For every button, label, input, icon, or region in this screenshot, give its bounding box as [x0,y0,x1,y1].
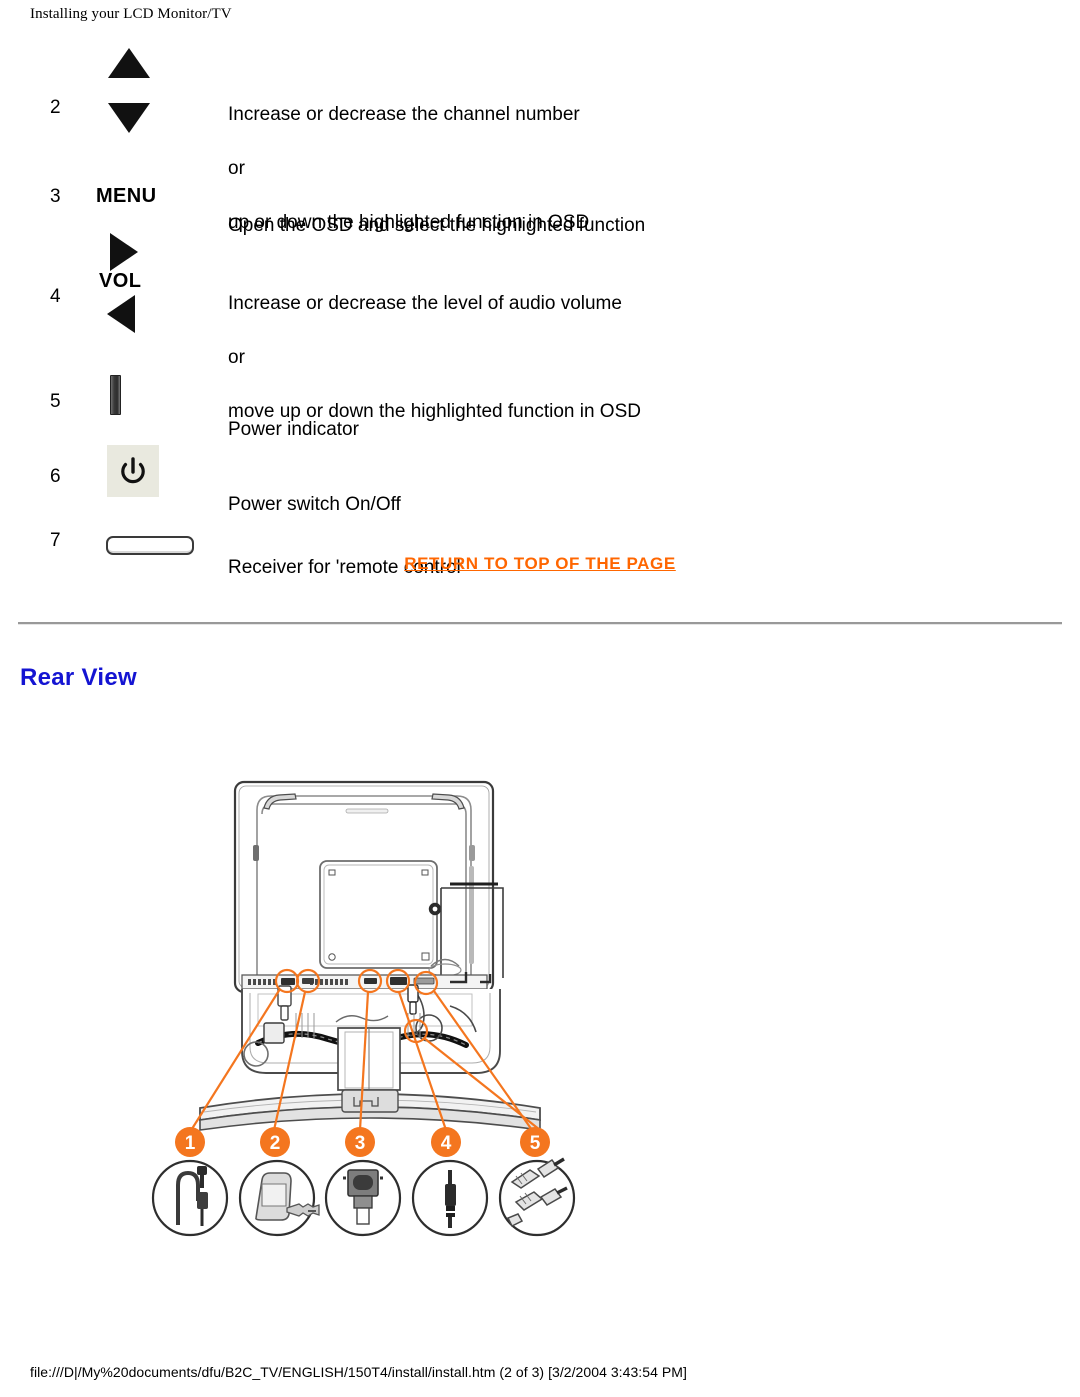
up-down-triangle-icon [96,48,216,133]
connector-circle-5 [498,1157,576,1237]
port-3 [364,978,377,984]
desc-line: or [228,347,245,368]
port-5 [413,977,435,985]
port-2 [302,978,314,984]
page-header-title: Installing your LCD Monitor/TV [30,6,232,22]
right-side-tab [469,845,475,861]
triangle-up-icon [108,48,150,78]
desc-line: Power indicator [228,419,359,440]
vol-label: VOL [99,270,142,292]
row-number: 6 [50,466,61,487]
connector-circle-3 [324,1159,402,1237]
desc-line: Increase or decrease the level of audio … [228,293,622,314]
table-row: 5 Power indicator [0,370,1080,443]
control-description-table: 2 Increase or decrease the channel numbe… [0,40,1080,578]
ir-receiver-window [106,536,194,555]
callout-badge-1: 1 [175,1127,205,1157]
callout-number-4: 4 [441,1133,452,1154]
power-indicator-bar [110,375,121,415]
connector-circle-2 [238,1159,320,1237]
right-side-rail [469,866,474,964]
table-row: 4 VOL Increase or decrease the level of … [0,233,1080,422]
callout-number-2: 2 [270,1133,281,1154]
port-1 [281,978,295,985]
row-number: 4 [50,286,61,307]
plug-left-2 [263,1022,285,1044]
power-indicator-icon [96,375,216,415]
desc-line: Increase or decrease the channel number [228,104,580,125]
return-to-top-wrapper: RETURN TO TOP OF THE PAGE [0,554,1080,574]
table-row: 6 Power switch On/Off [0,443,1080,515]
vesa-mount-plate [319,860,442,969]
callout-badge-5: 5 [520,1127,550,1157]
triangle-left-icon [107,295,135,333]
return-to-top-link[interactable]: RETURN TO TOP OF THE PAGE [404,554,676,573]
page-title: Rear View [20,664,137,691]
callout-badges: 1 2 3 4 5 [175,1127,550,1157]
menu-button-icon: MENU [96,185,216,208]
table-row: 2 Increase or decrease the channel numbe… [0,40,1080,233]
left-side-tab [253,845,259,861]
callout-badge-2: 2 [260,1127,290,1157]
power-switch-icon [96,445,216,497]
power-glyph-icon [121,457,145,484]
table-row: 3 MENU Open the OSD and select the highl… [0,167,1080,236]
callout-number-1: 1 [185,1133,196,1154]
triangle-right-icon [110,233,138,271]
row-number: 5 [50,391,61,412]
horizontal-rule [18,622,1062,625]
callout-badge-3: 3 [345,1127,375,1157]
row-number: 7 [50,530,61,551]
monitor-base [199,1089,541,1131]
rear-view-diagram: 1 2 3 4 5 [150,770,610,1240]
volume-arrows-icon: VOL [96,233,216,333]
row-number: 2 [50,97,61,118]
callout-number-3: 3 [355,1133,366,1154]
row-number: 3 [50,186,61,207]
triangle-down-icon [108,103,150,133]
callout-badge-4: 4 [431,1127,461,1157]
callout-number-5: 5 [530,1133,541,1154]
rear-view-illustration: 1 2 3 4 5 [151,780,576,1237]
port-4 [390,977,407,985]
menu-label: MENU [96,185,157,207]
connector-circle-1 [151,1159,229,1237]
top-vent [345,808,389,814]
stand-neck [337,1027,401,1091]
ir-receiver-icon [96,536,216,555]
page-footer-path: file:///D|/My%20documents/dfu/B2C_TV/ENG… [30,1364,687,1380]
power-switch-button[interactable] [107,445,159,497]
connector-circle-4 [411,1159,489,1237]
